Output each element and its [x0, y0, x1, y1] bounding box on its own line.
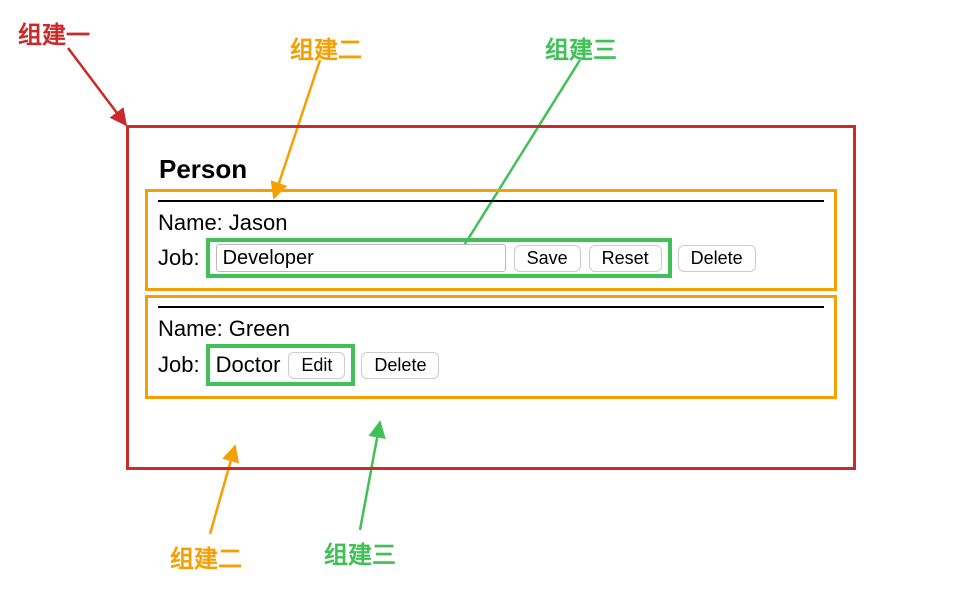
annotation-two-top: 组建二	[290, 30, 362, 65]
component-three-view-group: Doctor Edit	[206, 344, 356, 386]
job-label: Job:	[158, 243, 200, 273]
delete-button[interactable]: Delete	[678, 245, 756, 272]
name-label: Name:	[158, 208, 223, 238]
delete-button[interactable]: Delete	[361, 352, 439, 379]
person-name-row: Name: Green	[158, 314, 824, 344]
job-input[interactable]	[216, 244, 506, 272]
save-button[interactable]: Save	[514, 245, 581, 272]
divider	[158, 306, 824, 308]
person-job-row: Job: Save Reset Delete	[158, 238, 824, 278]
annotation-three-bottom: 组建三	[324, 535, 396, 570]
name-value: Jason	[229, 208, 288, 238]
divider	[158, 200, 824, 202]
component-two-person-card: Name: Jason Job: Save Reset Delete	[145, 189, 837, 291]
name-value: Green	[229, 314, 290, 344]
component-one-container: Person Name: Jason Job: Save Reset Delet…	[126, 125, 856, 470]
panel-title: Person	[159, 154, 837, 185]
reset-button[interactable]: Reset	[589, 245, 662, 272]
name-label: Name:	[158, 314, 223, 344]
component-three-edit-group: Save Reset	[206, 238, 672, 278]
person-job-row: Job: Doctor Edit Delete	[158, 344, 824, 386]
job-label: Job:	[158, 350, 200, 380]
person-name-row: Name: Jason	[158, 208, 824, 238]
annotation-one-top: 组建一	[18, 15, 90, 50]
edit-button[interactable]: Edit	[288, 352, 345, 379]
annotation-two-bottom: 组建二	[170, 539, 242, 574]
annotation-three-top: 组建三	[545, 30, 617, 65]
job-value: Doctor	[216, 350, 281, 380]
component-two-person-card: Name: Green Job: Doctor Edit Delete	[145, 295, 837, 399]
